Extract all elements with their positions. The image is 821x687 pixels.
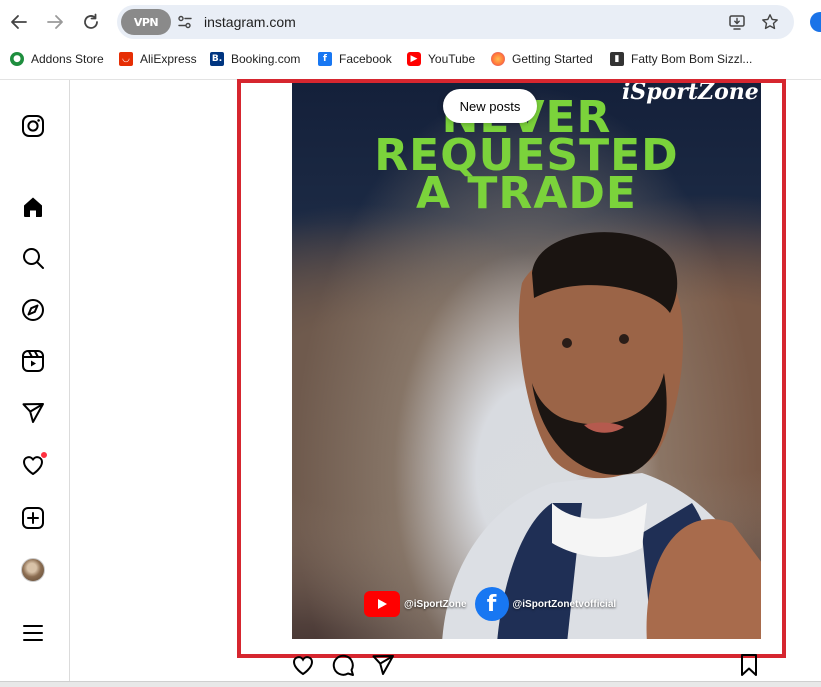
browser-chrome: VPN instagram.com ● Addons Store ◡ AliEx…: [0, 0, 821, 80]
share-button[interactable]: [370, 652, 396, 678]
forward-button[interactable]: [42, 9, 68, 35]
nav-profile[interactable]: [20, 557, 46, 583]
paper-plane-icon: [372, 655, 394, 675]
nav-messages[interactable]: [20, 400, 46, 426]
reels-icon: [22, 350, 44, 372]
site-info-button[interactable]: [175, 12, 195, 32]
nav-notifications[interactable]: [20, 451, 48, 478]
bookmarks-bar: ● Addons Store ◡ AliExpress B. Booking.c…: [0, 46, 821, 72]
star-icon: [762, 14, 778, 30]
nav-create[interactable]: [20, 505, 46, 531]
address-bar[interactable]: VPN instagram.com: [117, 5, 794, 39]
bookmark-label: Facebook: [339, 52, 392, 66]
save-button[interactable]: [736, 652, 762, 678]
extension-icon[interactable]: [810, 12, 821, 32]
facebook-icon: f: [318, 52, 332, 66]
bookmark-aliexpress[interactable]: ◡ AliExpress: [119, 50, 197, 68]
compass-icon: [22, 299, 44, 321]
home-icon: [24, 197, 42, 217]
bookmark-page-icon: ▮: [610, 52, 624, 66]
bookmark-label: Addons Store: [31, 52, 104, 66]
new-posts-button[interactable]: New posts: [443, 89, 537, 123]
vpn-button[interactable]: VPN: [121, 9, 171, 35]
horizontal-scrollbar[interactable]: [0, 681, 821, 687]
bookmark-facebook[interactable]: f Facebook: [318, 50, 392, 68]
firefox-icon: [491, 52, 505, 66]
instagram-logo-icon: [22, 115, 44, 137]
install-app-button[interactable]: [727, 12, 747, 32]
bookmark-booking[interactable]: B. Booking.com: [210, 50, 300, 68]
like-button[interactable]: [290, 652, 316, 678]
bookmark-label: Booking.com: [231, 52, 301, 66]
youtube-icon: ▶: [407, 52, 421, 66]
install-app-icon: [729, 15, 745, 30]
arrow-right-icon: [47, 15, 63, 29]
search-icon: [23, 248, 44, 269]
back-button[interactable]: [6, 9, 32, 35]
paper-plane-icon: [22, 403, 44, 423]
highlight-frame: [237, 79, 786, 658]
bookmark-label: YouTube: [428, 52, 476, 66]
bookmark-fatty-bom-bom[interactable]: ▮ Fatty Bom Bom Sizzl...: [610, 50, 752, 68]
addons-store-icon: ●: [10, 52, 24, 66]
booking-icon: B.: [210, 52, 224, 66]
nav-reels[interactable]: [20, 348, 46, 374]
bookmark-icon: [741, 654, 757, 676]
notification-dot: [40, 451, 48, 459]
reload-icon: [84, 13, 98, 29]
instagram-sidebar: [0, 80, 70, 687]
url-text[interactable]: instagram.com: [204, 14, 296, 30]
nav-search[interactable]: [20, 245, 46, 271]
comment-icon: [332, 654, 354, 676]
plus-square-icon: [22, 507, 44, 529]
bookmark-youtube[interactable]: ▶ YouTube: [407, 50, 475, 68]
bookmark-label: AliExpress: [140, 52, 197, 66]
bookmark-addons-store[interactable]: ● Addons Store: [10, 50, 104, 68]
bookmark-getting-started[interactable]: Getting Started: [491, 50, 593, 68]
bookmark-star-button[interactable]: [760, 12, 780, 32]
post-actions: [290, 652, 765, 682]
aliexpress-icon: ◡: [119, 52, 133, 66]
reload-button[interactable]: [78, 9, 104, 35]
bookmark-label: Getting Started: [512, 52, 593, 66]
nav-explore[interactable]: [20, 297, 46, 323]
nav-more[interactable]: [20, 620, 46, 646]
menu-icon: [23, 625, 43, 641]
comment-button[interactable]: [330, 652, 356, 678]
instagram-logo-button[interactable]: [20, 113, 46, 139]
avatar: [21, 558, 45, 582]
nav-home[interactable]: [20, 194, 46, 220]
heart-outline-icon: [292, 656, 314, 676]
bookmark-label: Fatty Bom Bom Sizzl...: [631, 52, 753, 66]
tune-icon: [178, 15, 192, 29]
arrow-left-icon: [11, 15, 27, 29]
